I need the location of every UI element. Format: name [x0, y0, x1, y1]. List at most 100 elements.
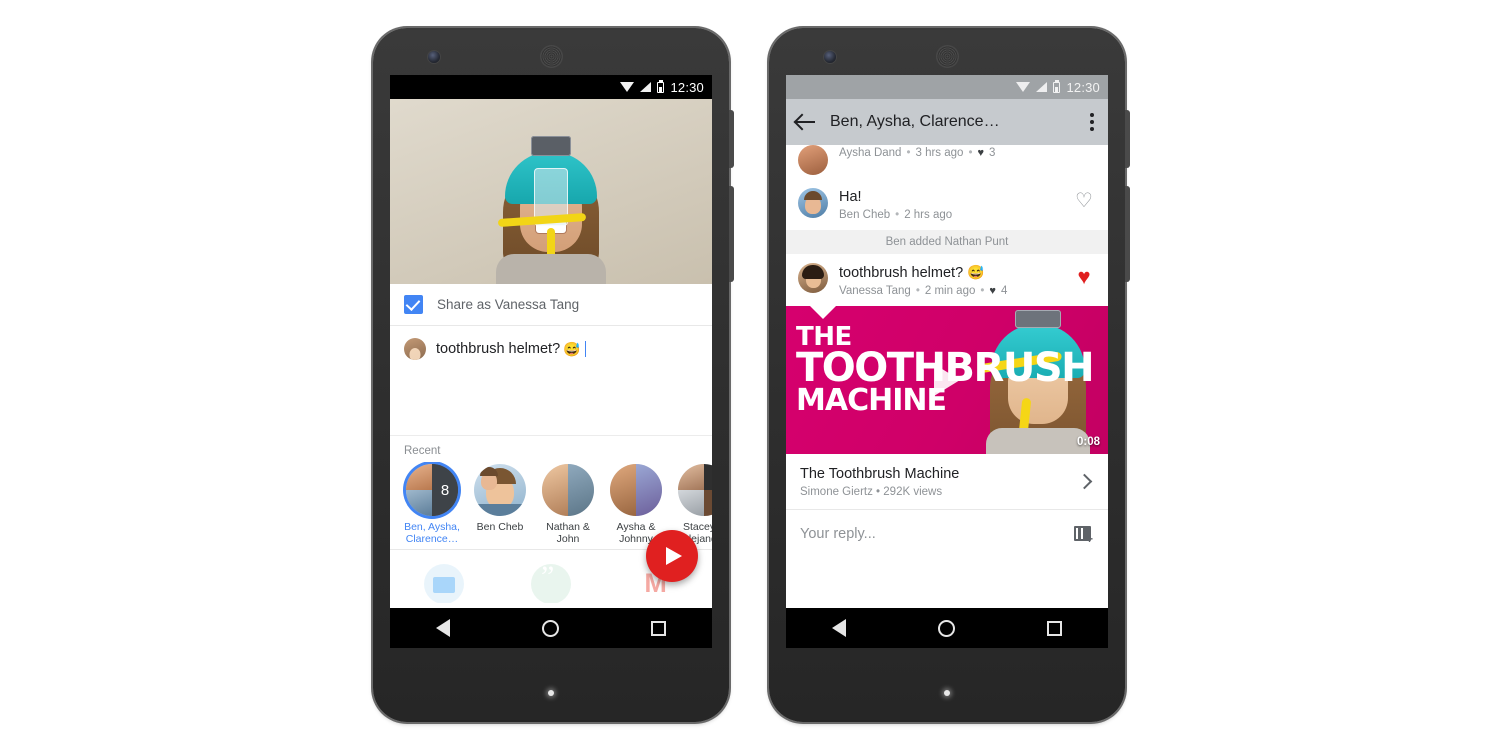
power-button[interactable] [729, 110, 734, 168]
earpiece-speaker-icon [937, 46, 958, 67]
separator: • [895, 209, 900, 221]
android-nav-bar-right[interactable] [786, 608, 1108, 648]
photo-subject [476, 124, 626, 284]
recent-contact-label: Nathan & John [546, 521, 590, 545]
signal-icon [1036, 82, 1048, 92]
recent-contact-ben[interactable]: Ben Cheb [472, 464, 528, 545]
list-item[interactable]: Ha! Ben Cheb • 2 hrs ago ♡ [786, 179, 1108, 230]
separator: • [980, 285, 985, 297]
avatar [474, 464, 526, 516]
avatar [798, 188, 828, 218]
video-title: The Toothbrush Machine [800, 466, 960, 482]
nav-recents-icon[interactable] [1047, 620, 1062, 636]
message-text: toothbrush helmet? 😅 [839, 264, 985, 281]
volume-button[interactable] [729, 186, 734, 282]
avatar [798, 263, 828, 293]
avatar [404, 338, 426, 360]
status-bar-right: 12:30 [786, 75, 1108, 99]
separator: • [906, 147, 911, 159]
battery-icon [1053, 79, 1061, 93]
reply-input[interactable]: Your reply... [800, 526, 1074, 542]
photo-preview[interactable] [390, 99, 712, 284]
send-icon [666, 547, 682, 565]
film-add-icon[interactable]: + [1074, 525, 1094, 545]
share-as-checkbox[interactable] [404, 295, 423, 314]
recent-heading: Recent [404, 445, 441, 457]
message-author: Ben Cheb [839, 209, 891, 221]
back-arrow-icon[interactable] [796, 112, 816, 132]
message-list[interactable]: Aysha Dand • 3 hrs ago • ♥ 3 Ha! Ben Che… [786, 145, 1108, 306]
android-nav-bar-left[interactable] [390, 608, 712, 648]
screen-right: 12:30 Ben, Aysha, Clarence… Aysha Dand •… [786, 75, 1108, 648]
system-event-row: Ben added Nathan Punt [786, 230, 1108, 254]
screenshot-canvas: 12:30 Share as Vanessa Tang toothbrush h… [0, 0, 1500, 750]
send-fab[interactable] [646, 530, 698, 582]
separator: • [968, 147, 973, 159]
share-as-row[interactable]: Share as Vanessa Tang [390, 284, 712, 326]
avatar [542, 464, 594, 516]
status-bar-left: 12:30 [390, 75, 712, 99]
phone-device-left: 12:30 Share as Vanessa Tang toothbrush h… [373, 28, 734, 722]
reply-bar[interactable]: Your reply... + [786, 510, 1108, 558]
message-text: Ha! [839, 189, 862, 205]
like-count: 3 [989, 147, 996, 159]
separator: • [915, 285, 920, 297]
card-notch [810, 306, 836, 319]
recent-contact-label: Ben, Aysha, Clarence… [404, 521, 460, 545]
phone-device-right: 12:30 Ben, Aysha, Clarence… Aysha Dand •… [769, 28, 1130, 722]
nav-home-icon[interactable] [938, 619, 955, 637]
power-button[interactable] [1125, 110, 1130, 168]
nav-back-icon[interactable] [436, 619, 450, 637]
heart-outline-icon: ♡ [1075, 190, 1093, 212]
front-camera-icon [824, 51, 836, 63]
nav-recents-icon[interactable] [651, 620, 666, 636]
nav-back-icon[interactable] [832, 619, 846, 637]
status-bar-time: 12:30 [670, 79, 704, 95]
more-options-icon[interactable] [1090, 113, 1094, 131]
message-time: 2 hrs ago [904, 209, 953, 221]
message-meta: Vanessa Tang • 2 min ago • ♥ 4 [839, 285, 1061, 297]
recent-contact-aysha-johnny[interactable]: Aysha & Johnny [608, 464, 664, 545]
signal-icon [640, 82, 652, 92]
recent-contact-group[interactable]: 8 Ben, Aysha, Clarence… [404, 464, 460, 545]
recent-contact-nathan-john[interactable]: Nathan & John [540, 464, 596, 545]
list-item[interactable]: Aysha Dand • 3 hrs ago • ♥ 3 [786, 145, 1108, 179]
text-caret [584, 341, 587, 357]
earpiece-speaker-icon [541, 46, 562, 67]
like-button-active[interactable]: ♥ [1072, 263, 1096, 288]
hangouts-icon[interactable] [530, 560, 571, 603]
message-meta: Ben Cheb • 2 hrs ago [839, 209, 1061, 221]
wifi-icon [1016, 81, 1031, 92]
chevron-right-icon[interactable] [1076, 473, 1093, 490]
app-bar: Ben, Aysha, Clarence… [786, 99, 1108, 145]
nav-home-icon[interactable] [542, 619, 559, 637]
video-duration: 0:08 [1076, 436, 1100, 448]
video-info-row[interactable]: The Toothbrush Machine Simone Giertz • 2… [786, 454, 1108, 510]
screen-left: 12:30 Share as Vanessa Tang toothbrush h… [390, 75, 712, 648]
heart-icon: ♥ [989, 285, 996, 297]
page-title: Ben, Aysha, Clarence… [830, 113, 1000, 130]
message-author: Aysha Dand [839, 147, 902, 159]
compose-text: toothbrush helmet? [436, 341, 561, 357]
volume-button[interactable] [1125, 186, 1130, 282]
share-as-label: Share as Vanessa Tang [437, 297, 580, 312]
heart-filled-icon: ♥ [1077, 264, 1091, 289]
messages-icon[interactable] [423, 564, 464, 603]
video-card[interactable]: THE TOOTHBRUSH MACHINE 0:08 The Toothbru… [786, 306, 1108, 510]
list-item-highlighted[interactable]: toothbrush helmet? 😅 Vanessa Tang • 2 mi… [786, 254, 1108, 306]
video-thumbnail[interactable]: THE TOOTHBRUSH MACHINE 0:08 [786, 306, 1108, 454]
wifi-icon [620, 81, 635, 92]
video-subtitle: Simone Giertz • 292K views [800, 486, 943, 498]
group-count-badge: 8 [432, 464, 458, 516]
like-count: 4 [1000, 285, 1008, 297]
play-icon[interactable] [934, 364, 960, 396]
recent-contact-label: Ben Cheb [476, 521, 524, 533]
status-bar-time: 12:30 [1066, 79, 1100, 95]
compose-area[interactable]: toothbrush helmet? 😅 [390, 326, 712, 436]
message-time: 3 hrs ago [915, 147, 964, 159]
emoji-glyph: 😅 [967, 264, 985, 280]
compose-input[interactable]: toothbrush helmet? 😅 [436, 341, 587, 358]
like-button[interactable]: ♡ [1072, 188, 1096, 211]
notification-led [548, 690, 554, 696]
front-camera-icon [428, 51, 440, 63]
